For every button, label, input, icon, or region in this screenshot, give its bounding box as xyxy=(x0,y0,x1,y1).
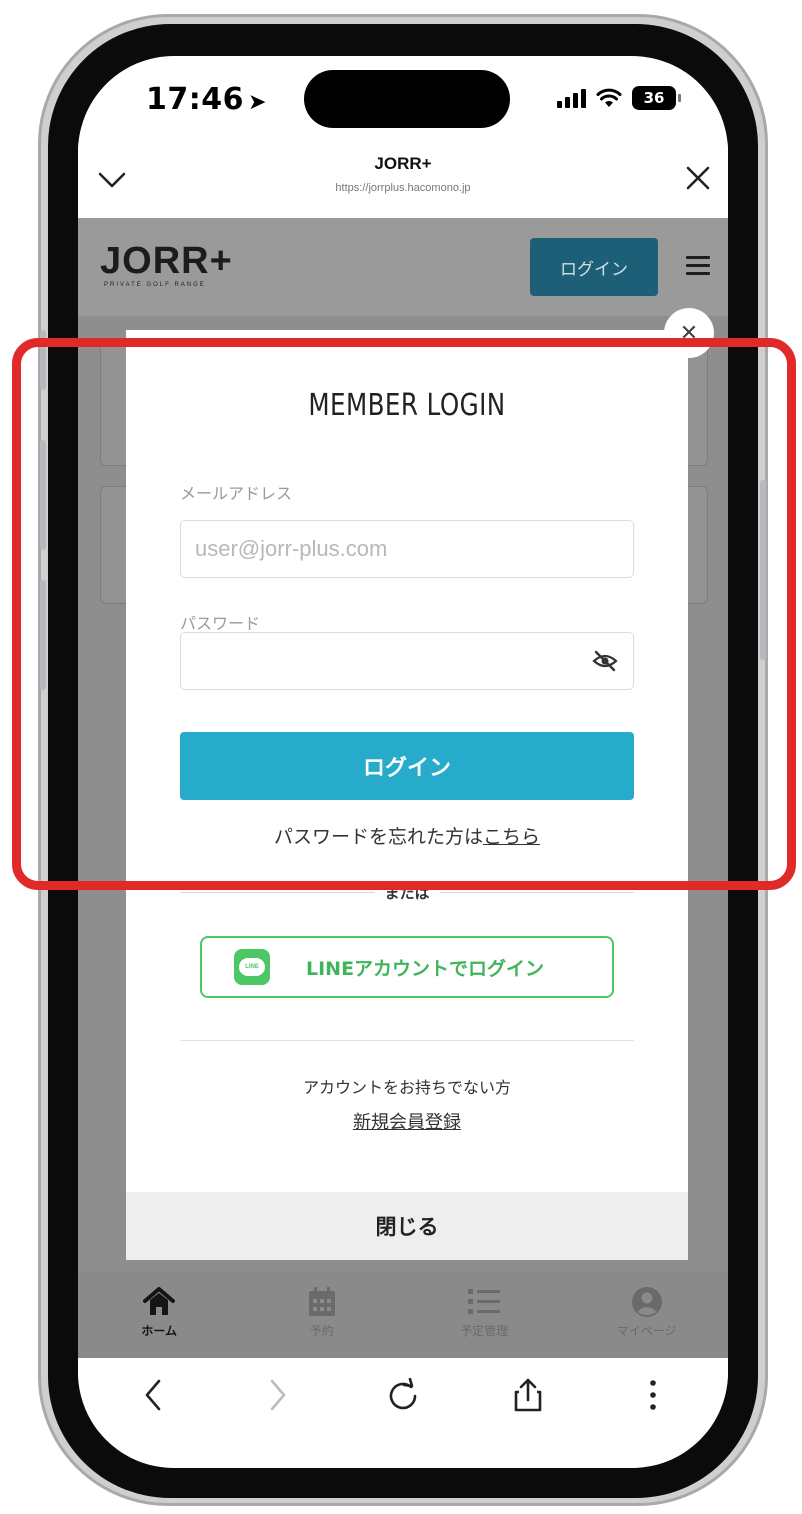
or-divider: または xyxy=(180,882,635,903)
dynamic-island xyxy=(304,70,510,128)
line-login-label: LINEアカウントでログイン xyxy=(306,958,545,980)
reload-button[interactable] xyxy=(373,1365,433,1425)
chevron-left-icon xyxy=(145,1379,160,1411)
share-button[interactable] xyxy=(498,1365,558,1425)
browser-toolbar xyxy=(78,1358,728,1432)
modal-close-icon[interactable]: ✕ xyxy=(664,308,714,358)
browser-header: JORR+ https://jorrplus.hacomono.jp xyxy=(78,142,728,218)
browser-title: JORR+ xyxy=(374,154,432,173)
app-tab-bar: ホーム 予約 予定管理 マイページ xyxy=(78,1272,728,1358)
user-icon xyxy=(631,1287,662,1317)
login-button[interactable]: ログイン xyxy=(180,732,634,800)
tab-schedule[interactable]: 予定管理 xyxy=(403,1272,566,1358)
power-button xyxy=(760,480,766,660)
forgot-password-link[interactable]: こちら xyxy=(483,826,540,848)
tab-mypage[interactable]: マイページ xyxy=(566,1272,729,1358)
modal-close-button[interactable]: 閉じる xyxy=(126,1192,688,1260)
wifi-icon xyxy=(596,88,622,107)
line-login-button[interactable]: LINE LINEアカウントでログイン xyxy=(200,936,614,998)
chevron-right-icon xyxy=(270,1379,286,1411)
more-button[interactable] xyxy=(623,1365,683,1425)
tab-schedule-label: 予定管理 xyxy=(460,1324,509,1338)
password-field[interactable] xyxy=(180,632,634,690)
no-account-text: アカウントをお持ちでない方 xyxy=(302,1078,511,1097)
status-time: 17:46 ➤ xyxy=(146,82,267,117)
forward-button[interactable] xyxy=(248,1365,308,1425)
password-label: パスワード xyxy=(180,614,261,633)
list-icon xyxy=(468,1289,501,1314)
status-indicators: 36 xyxy=(557,86,681,110)
tab-home[interactable]: ホーム xyxy=(78,1272,241,1358)
screen: 17:46 ➤ 36 JORR+ https://jorrplus.hacomon… xyxy=(78,56,728,1468)
battery-icon: 36 xyxy=(632,86,681,110)
volume-up-button xyxy=(40,440,46,550)
email-field[interactable] xyxy=(180,520,634,578)
calendar-icon xyxy=(308,1287,335,1316)
share-icon xyxy=(514,1378,542,1412)
forgot-password-text: パスワードを忘れた方はこちら xyxy=(126,822,688,849)
home-icon xyxy=(143,1287,176,1315)
page-background: JORR+ PRIVATE GOLF RANGE ログイン MEMBER LOG… xyxy=(78,218,728,1358)
login-modal: MEMBER LOGIN メールアドレス パスワード ログイン パスワードを忘れ… xyxy=(126,330,688,1260)
site-login-button[interactable]: ログイン xyxy=(530,238,658,296)
modal-title: MEMBER LOGIN xyxy=(308,388,506,423)
site-logo-subtitle: PRIVATE GOLF RANGE xyxy=(104,282,206,288)
line-logo-icon: LINE xyxy=(234,949,270,985)
cellular-signal-icon xyxy=(557,88,586,108)
back-button[interactable] xyxy=(123,1365,183,1425)
tab-mypage-label: マイページ xyxy=(616,1324,677,1338)
reload-icon xyxy=(389,1378,417,1410)
email-label: メールアドレス xyxy=(180,484,293,503)
tab-home-label: ホーム xyxy=(141,1324,178,1338)
hamburger-menu-icon[interactable] xyxy=(686,256,710,280)
location-arrow-icon: ➤ xyxy=(248,90,267,115)
divider xyxy=(180,1040,634,1041)
tab-reservation[interactable]: 予約 xyxy=(241,1272,404,1358)
browser-url: https://jorrplus.hacomono.jp xyxy=(335,182,471,194)
battery-level: 36 xyxy=(643,89,665,107)
tab-reservation-label: 予約 xyxy=(309,1324,334,1338)
forgot-password-label: パスワードを忘れた方は xyxy=(273,826,483,848)
action-button xyxy=(40,330,46,390)
eye-slash-icon[interactable] xyxy=(592,650,618,672)
close-icon[interactable] xyxy=(682,162,714,194)
volume-down-button xyxy=(40,580,46,690)
or-label: または xyxy=(384,884,430,902)
site-header: JORR+ PRIVATE GOLF RANGE ログイン xyxy=(78,218,728,316)
site-logo[interactable]: JORR+ xyxy=(100,242,233,280)
signup-link[interactable]: 新規会員登録 xyxy=(126,1108,688,1134)
more-vertical-icon xyxy=(650,1380,657,1410)
